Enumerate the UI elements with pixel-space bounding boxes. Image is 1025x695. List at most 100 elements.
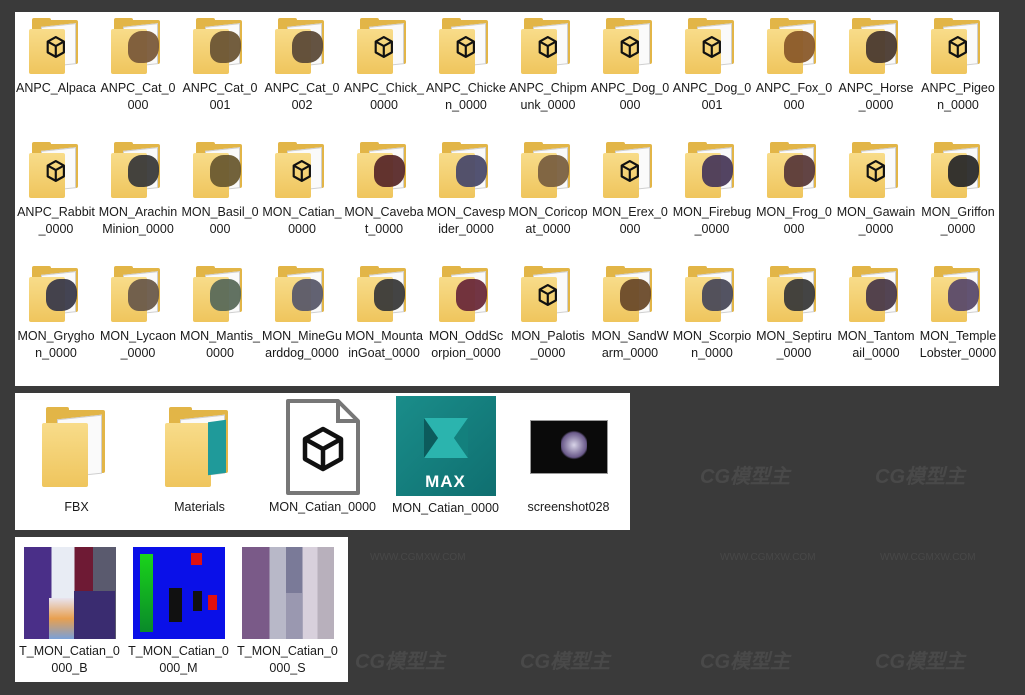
folder-label: MON_OddScorpion_0000: [428, 329, 504, 360]
folder-label: MON_Mantis_0000: [180, 329, 260, 360]
texture-item[interactable]: T_MON_Catian_0000_M: [124, 537, 233, 677]
folder-icon: [29, 142, 83, 198]
folder-item[interactable]: MON_Tantomail_0000: [835, 260, 917, 384]
texture-thumbnail: [241, 547, 334, 639]
watermark: CG模型主: [875, 651, 965, 673]
model-thumbnail: [866, 279, 897, 311]
folder-item[interactable]: MON_Scorpion_0000: [671, 260, 753, 384]
model-thumbnail: [948, 155, 979, 187]
file-label: MON_Catian_0000: [268, 500, 376, 514]
folder-item[interactable]: MON_Lycaon_0000: [97, 260, 179, 384]
folder-icon: [849, 142, 903, 198]
model-thumbnail: [128, 279, 159, 311]
model-thumbnail: [374, 155, 405, 187]
folder-icon: [849, 18, 903, 74]
file-item[interactable]: MON_Catian_0000: [261, 393, 384, 517]
folder-item[interactable]: MON_Frog_0000: [753, 136, 835, 260]
fbx-thumbnail-icon: [45, 35, 67, 61]
folder-item[interactable]: ANPC_Chipmunk_0000: [507, 12, 589, 136]
file-label: MON_Catian_0000: [391, 501, 499, 515]
model-thumbnail: [784, 31, 815, 63]
folder-item[interactable]: ANPC_Rabbit_0000: [15, 136, 97, 260]
model-thumbnail: [46, 279, 77, 311]
folder-item[interactable]: ANPC_Cat_0001: [179, 12, 261, 136]
max-file-icon: MAX: [395, 396, 496, 496]
folder-grid-panel: ANPC_Alpaca ANPC_Cat_0000 ANPC_Cat_0001 ANP…: [15, 12, 999, 386]
folder-item[interactable]: ANPC_Chicken_0000: [425, 12, 507, 136]
folder-icon: [161, 399, 239, 495]
texture-item[interactable]: T_MON_Catian_0000_B: [15, 537, 124, 677]
folder-label: MON_Gawain_0000: [836, 205, 916, 236]
model-thumbnail: [702, 155, 733, 187]
folder-item[interactable]: MON_ArachinMinion_0000: [97, 136, 179, 260]
file-item[interactable]: Materials: [138, 393, 261, 517]
folder-icon: [111, 18, 165, 74]
folder-item[interactable]: MON_Cavespider_0000: [425, 136, 507, 260]
folder-icon: [931, 266, 985, 322]
file-item[interactable]: FBX: [15, 393, 138, 517]
folder-icon: [111, 142, 165, 198]
folder-label: ANPC_Rabbit_0000: [17, 205, 95, 236]
folder-label: ANPC_Pigeon_0000: [921, 81, 995, 112]
model-thumbnail: [866, 31, 897, 63]
folder-item[interactable]: MON_Catian_0000: [261, 136, 343, 260]
folder-item[interactable]: MON_Basil_0000: [179, 136, 261, 260]
folder-item[interactable]: ANPC_Pigeon_0000: [917, 12, 999, 136]
folder-item[interactable]: ANPC_Fox_0000: [753, 12, 835, 136]
texture-label: T_MON_Catian_0000_S: [237, 644, 338, 675]
folder-item[interactable]: MON_Erex_0000: [589, 136, 671, 260]
folder-label: MON_Coricopat_0000: [508, 205, 588, 236]
folder-label: ANPC_Chick_0000: [344, 81, 424, 112]
file-item[interactable]: MAX MON_Catian_0000: [384, 393, 507, 517]
folder-label: ANPC_Alpaca: [16, 81, 96, 95]
folder-item[interactable]: ANPC_Horse_0000: [835, 12, 917, 136]
folder-item[interactable]: ANPC_Chick_0000: [343, 12, 425, 136]
folder-item[interactable]: MON_Firebug_0000: [671, 136, 753, 260]
fbx-thumbnail-icon: [45, 159, 67, 185]
texture-thumbnail: [132, 547, 225, 639]
watermark: CG模型主: [355, 651, 445, 673]
file-item[interactable]: screenshot028: [507, 393, 630, 517]
watermark-url: WWW.CGMXW.COM: [370, 552, 466, 563]
folder-item[interactable]: ANPC_Dog_0000: [589, 12, 671, 136]
model-thumbnail: [538, 155, 569, 187]
folder-icon: [275, 18, 329, 74]
folder-label: MON_Firebug_0000: [672, 205, 752, 236]
texture-row: T_MON_Catian_0000_B T_MON_Catian_0000_M T_…: [15, 537, 342, 677]
fbx-thumbnail-icon: [947, 35, 969, 61]
folder-item[interactable]: MON_Septiru_0000: [753, 260, 835, 384]
fbx-thumbnail-icon: [455, 35, 477, 61]
folder-item[interactable]: ANPC_Dog_0001: [671, 12, 753, 136]
folder-label: ANPC_Cat_0001: [182, 81, 258, 112]
watermark: CG模型主: [700, 466, 790, 488]
folder-item[interactable]: MON_SandWarm_0000: [589, 260, 671, 384]
folder-item[interactable]: ANPC_Cat_0000: [97, 12, 179, 136]
watermark: CG模型主: [520, 651, 610, 673]
texture-row-panel: T_MON_Catian_0000_B T_MON_Catian_0000_M T_…: [15, 537, 348, 682]
folder-item[interactable]: MON_Coricopat_0000: [507, 136, 589, 260]
fbx-thumbnail-icon: [619, 159, 641, 185]
folder-item[interactable]: MON_Gawain_0000: [835, 136, 917, 260]
texture-item[interactable]: T_MON_Catian_0000_S: [233, 537, 342, 677]
folder-item[interactable]: MON_Gryghon_0000: [15, 260, 97, 384]
folder-item[interactable]: MON_Palotis_0000: [507, 260, 589, 384]
texture-label: T_MON_Catian_0000_B: [19, 644, 120, 675]
folder-icon: [38, 399, 116, 495]
folder-item[interactable]: MON_Griffon_0000: [917, 136, 999, 260]
folder-item[interactable]: MON_MineGuarddog_0000: [261, 260, 343, 384]
folder-item[interactable]: MON_OddScorpion_0000: [425, 260, 507, 384]
watermark: CG模型主: [700, 651, 790, 673]
folder-icon: [439, 266, 493, 322]
file-label: FBX: [64, 500, 89, 514]
folder-icon: [521, 18, 575, 74]
folder-item[interactable]: MON_Cavebat_0000: [343, 136, 425, 260]
folder-item[interactable]: MON_MountainGoat_0000: [343, 260, 425, 384]
watermark: CG模型主: [875, 466, 965, 488]
folder-item[interactable]: ANPC_Cat_0002: [261, 12, 343, 136]
model-thumbnail: [374, 279, 405, 311]
folder-item[interactable]: ANPC_Alpaca: [15, 12, 97, 136]
folder-label: MON_Basil_0000: [181, 205, 259, 236]
folder-item[interactable]: MON_Mantis_0000: [179, 260, 261, 384]
folder-item[interactable]: MON_TempleLobster_0000: [917, 260, 999, 384]
folder-icon: [685, 18, 739, 74]
